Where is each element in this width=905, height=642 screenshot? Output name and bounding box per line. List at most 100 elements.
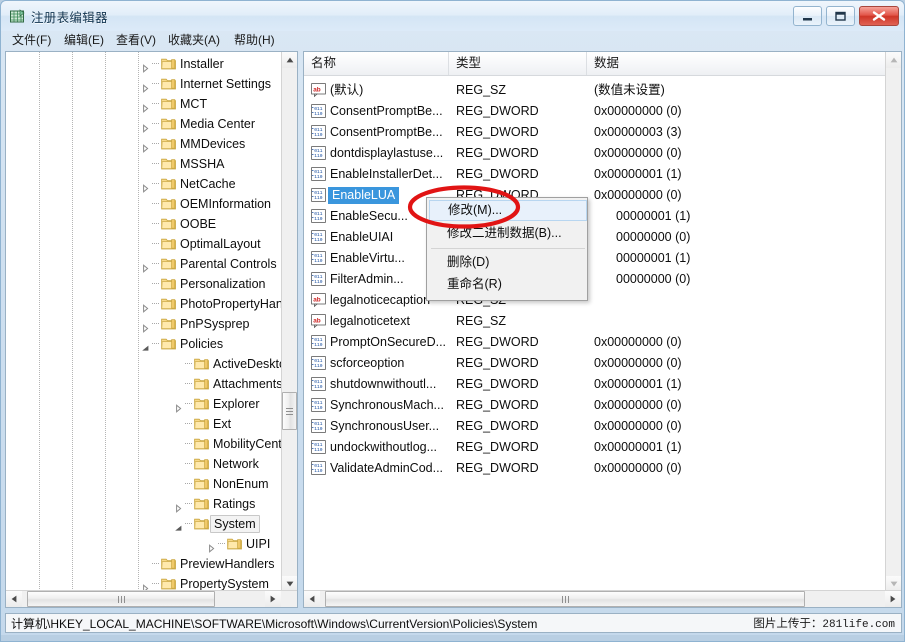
menu-file[interactable]: 文件(F) <box>9 32 54 48</box>
list-scroll-left-button[interactable] <box>304 591 320 607</box>
table-row[interactable]: 011110EnableVirtu...00000001 (1) <box>304 248 885 269</box>
chevron-right-icon[interactable] <box>141 60 150 69</box>
tree-horizontal-scrollbar[interactable] <box>6 590 297 607</box>
column-header-name[interactable]: 名称 <box>304 52 449 75</box>
chevron-right-icon[interactable] <box>141 180 150 189</box>
tree-item-previewhandlers[interactable]: PreviewHandlers <box>6 554 282 574</box>
table-row[interactable]: 011110shutdownwithoutl...REG_DWORD0x0000… <box>304 374 885 395</box>
table-row[interactable]: ab(默认)REG_SZ(数值未设置) <box>304 80 885 101</box>
context-menu-item-modify-binary[interactable]: 修改二进制数据(B)... <box>429 223 587 244</box>
tree-item-pnpsysprep[interactable]: PnPSysprep <box>6 314 282 334</box>
context-menu-item-delete[interactable]: 删除(D) <box>429 252 587 273</box>
chevron-down-icon[interactable] <box>174 520 183 529</box>
close-button[interactable] <box>859 6 899 26</box>
tree-scroll-up-button[interactable] <box>282 52 297 68</box>
tree-item-mobilitycenter[interactable]: MobilityCenter <box>6 434 282 454</box>
tree-hscroll-thumb[interactable] <box>27 591 215 607</box>
tree-item-nonenum[interactable]: NonEnum <box>6 474 282 494</box>
menu-edit[interactable]: 编辑(E) <box>61 32 107 48</box>
list-scroll-up-button[interactable] <box>886 52 901 68</box>
value-name-cell: shutdownwithoutl... <box>330 376 436 393</box>
tree-item-attachments[interactable]: Attachments <box>6 374 282 394</box>
value-type-cell: REG_DWORD <box>456 145 539 162</box>
chevron-right-icon[interactable] <box>174 400 183 409</box>
tree-item-media-center[interactable]: Media Center <box>6 114 282 134</box>
context-menu-item-modify[interactable]: 修改(M)... <box>429 200 587 221</box>
chevron-right-icon[interactable] <box>141 100 150 109</box>
context-menu-item-rename[interactable]: 重命名(R) <box>429 274 587 295</box>
chevron-right-icon[interactable] <box>174 500 183 509</box>
table-row[interactable]: 011110SynchronousUser...REG_DWORD0x00000… <box>304 416 885 437</box>
chevron-right-icon[interactable] <box>141 300 150 309</box>
tree-item-ext[interactable]: Ext <box>6 414 282 434</box>
tree-scroll-right-button[interactable] <box>265 591 281 607</box>
table-row[interactable]: 011110ConsentPromptBe...REG_DWORD0x00000… <box>304 122 885 143</box>
menu-help[interactable]: 帮助(H) <box>231 32 278 48</box>
tree-item-uipi[interactable]: UIPI <box>6 534 282 554</box>
table-row[interactable]: 011110FilterAdmin...00000000 (0) <box>304 269 885 290</box>
table-row[interactable]: 011110scforceoptionREG_DWORD0x00000000 (… <box>304 353 885 374</box>
chevron-right-icon[interactable] <box>141 80 150 89</box>
tree-item-mssha[interactable]: MSSHA <box>6 154 282 174</box>
value-name-cell: legalnoticetext <box>330 313 410 330</box>
column-header-type[interactable]: 类型 <box>449 52 587 75</box>
chevron-down-icon[interactable] <box>141 340 150 349</box>
chevron-right-icon[interactable] <box>141 580 150 589</box>
value-data-cell: 0x00000000 (0) <box>594 397 682 414</box>
tree-item-system[interactable]: System <box>6 514 282 534</box>
tree-item-photopropertyhand[interactable]: PhotoPropertyHand <box>6 294 282 314</box>
tree-item-installer[interactable]: Installer <box>6 54 282 74</box>
table-row[interactable]: ablegalnoticecaptionREG_SZ <box>304 290 885 311</box>
tree-item-policies[interactable]: Policies <box>6 334 282 354</box>
chevron-right-icon[interactable] <box>207 540 216 549</box>
context-menu[interactable]: 修改(M)... 修改二进制数据(B)... 删除(D) 重命名(R) <box>426 197 588 301</box>
menu-favorites[interactable]: 收藏夹(A) <box>165 32 223 48</box>
chevron-right-icon[interactable] <box>141 140 150 149</box>
minimize-button[interactable] <box>793 6 822 26</box>
table-row[interactable]: 011110EnableLUAREG_DWORD0x00000000 (0) <box>304 185 885 206</box>
tree-item-oeminformation[interactable]: OEMInformation <box>6 194 282 214</box>
scroll-thumb-grip <box>286 408 293 415</box>
tree-connector-line <box>152 323 159 324</box>
table-row[interactable]: 011110ConsentPromptBe...REG_DWORD0x00000… <box>304 101 885 122</box>
table-row[interactable]: 011110dontdisplaylastuse...REG_DWORD0x00… <box>304 143 885 164</box>
tree-scroll-left-button[interactable] <box>6 591 22 607</box>
registry-tree-panel[interactable]: InstallerInternet SettingsMCTMedia Cente… <box>5 51 298 608</box>
tree-item-internet-settings[interactable]: Internet Settings <box>6 74 282 94</box>
tree-item-activedesktop[interactable]: ActiveDesktop <box>6 354 282 374</box>
table-row[interactable]: 011110SynchronousMach...REG_DWORD0x00000… <box>304 395 885 416</box>
folder-icon <box>161 557 176 570</box>
tree-scroll-thumb[interactable] <box>282 392 297 430</box>
table-row[interactable]: 011110PromptOnSecureD...REG_DWORD0x00000… <box>304 332 885 353</box>
folder-icon <box>161 137 176 150</box>
table-row[interactable]: 011110ValidateAdminCod...REG_DWORD0x0000… <box>304 458 885 479</box>
tree-item-netcache[interactable]: NetCache <box>6 174 282 194</box>
chevron-right-icon[interactable] <box>141 320 150 329</box>
maximize-button[interactable] <box>826 6 855 26</box>
tree-item-oobe[interactable]: OOBE <box>6 214 282 234</box>
chevron-right-icon[interactable] <box>141 120 150 129</box>
tree-item-personalization[interactable]: Personalization <box>6 274 282 294</box>
table-row[interactable]: ablegalnoticetextREG_SZ <box>304 311 885 332</box>
chevron-right-icon[interactable] <box>141 260 150 269</box>
tree-vertical-scrollbar[interactable] <box>281 52 297 592</box>
tree-item-explorer[interactable]: Explorer <box>6 394 282 414</box>
tree-item-parental-controls[interactable]: Parental Controls <box>6 254 282 274</box>
tree-item-ratings[interactable]: Ratings <box>6 494 282 514</box>
table-row[interactable]: 011110undockwithoutlog...REG_DWORD0x0000… <box>304 437 885 458</box>
list-scroll-right-button[interactable] <box>885 591 901 607</box>
list-hscroll-thumb[interactable] <box>325 591 805 607</box>
tree-item-optimallayout[interactable]: OptimalLayout <box>6 234 282 254</box>
table-row[interactable]: 011110EnableSecu...00000001 (1) <box>304 206 885 227</box>
tree-item-mct[interactable]: MCT <box>6 94 282 114</box>
tree-item-mmdevices[interactable]: MMDevices <box>6 134 282 154</box>
list-vertical-scrollbar[interactable] <box>885 52 901 592</box>
list-horizontal-scrollbar[interactable] <box>304 590 901 607</box>
table-row[interactable]: 011110EnableInstallerDet...REG_DWORD0x00… <box>304 164 885 185</box>
menu-view[interactable]: 查看(V) <box>113 32 159 48</box>
registry-values-panel[interactable]: 名称 类型 数据 ab(默认)REG_SZ(数值未设置)011110Consen… <box>303 51 902 608</box>
column-header-data[interactable]: 数据 <box>587 52 885 75</box>
tree-item-network[interactable]: Network <box>6 454 282 474</box>
folder-icon <box>194 377 209 390</box>
table-row[interactable]: 011110EnableUIAI00000000 (0) <box>304 227 885 248</box>
